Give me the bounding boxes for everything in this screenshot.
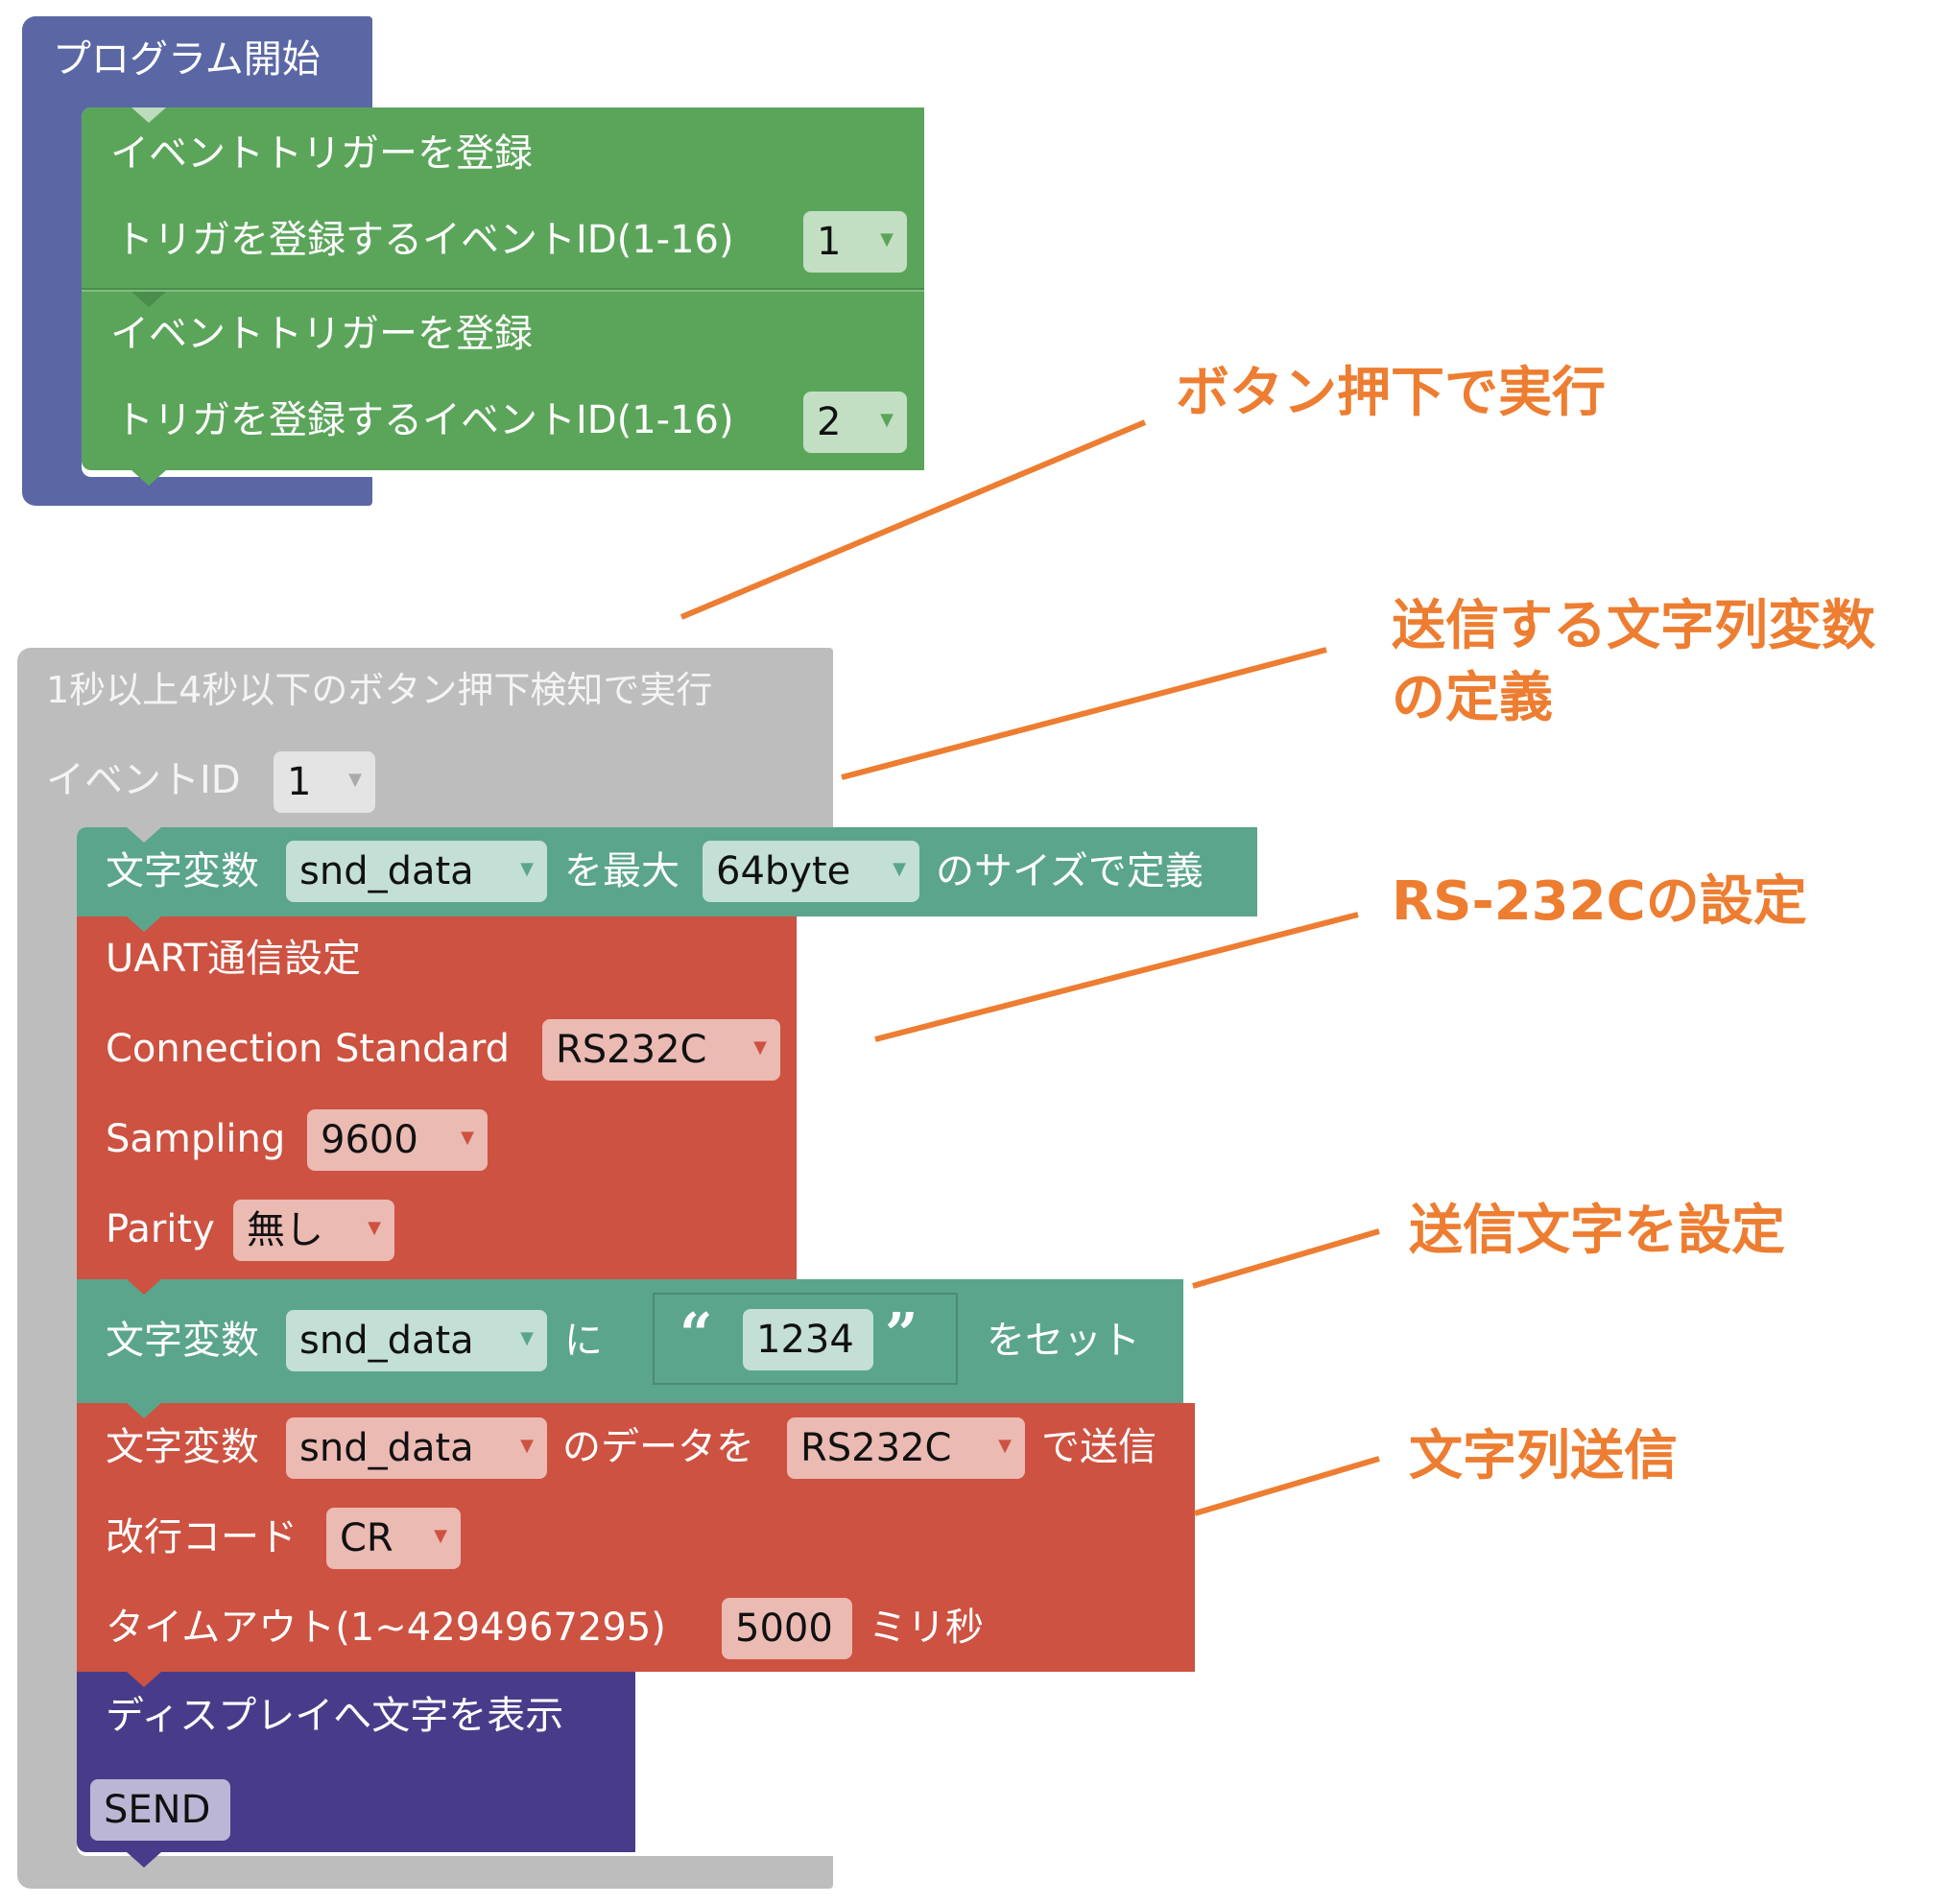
annotation-line-send-string bbox=[1194, 1456, 1380, 1516]
annotation-set-string: 送信文字を設定 bbox=[1409, 1200, 1785, 1262]
annotation-line-button-press bbox=[679, 419, 1147, 620]
annotation-line-define-variable bbox=[841, 647, 1327, 780]
annotation-line-set-string bbox=[1192, 1228, 1380, 1289]
annotation-line-rs232c-settings bbox=[874, 912, 1359, 1042]
annotation-send-string: 文字列送信 bbox=[1409, 1425, 1678, 1488]
annotation-rs232c-settings: RS-232Cの設定 bbox=[1392, 870, 1807, 933]
annotation-button-press: ボタン押下で実行 bbox=[1176, 362, 1606, 424]
annotation-lines bbox=[679, 419, 1380, 1516]
annotation-define-variable-line2: の定義 bbox=[1392, 667, 1553, 729]
annotation-define-variable-line1: 送信する文字列変数 bbox=[1392, 595, 1875, 657]
